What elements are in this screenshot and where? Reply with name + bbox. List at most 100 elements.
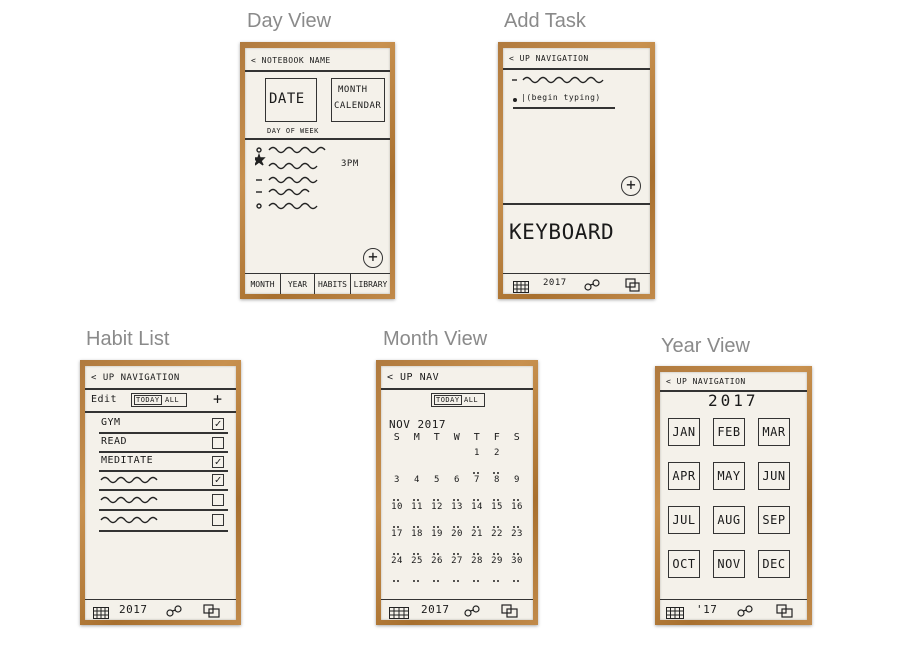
library-icon[interactable] [501, 603, 519, 620]
keyboard-divider [503, 203, 650, 205]
year-view-sketch: < UP NAVIGATION 2017 JAN FEB MAR APR MAY JUN J… [655, 366, 812, 625]
habit-checkbox[interactable] [212, 437, 224, 449]
calendar-day[interactable]: 6 [447, 475, 467, 485]
calendar-day[interactable]: 17 [387, 529, 407, 539]
year-link[interactable]: 2017 [421, 603, 450, 616]
library-icon[interactable] [625, 277, 641, 294]
calendar-day[interactable]: 9 [507, 475, 527, 485]
calendar-day[interactable]: 11 [407, 502, 427, 512]
habits-icon[interactable] [165, 603, 183, 620]
year-link[interactable]: 2017 [543, 278, 567, 288]
filter-all[interactable]: ALL [464, 396, 478, 404]
event-dots-icon [412, 514, 422, 528]
calendar-day[interactable]: 25 [407, 556, 427, 566]
tab-year[interactable]: YEAR [281, 274, 315, 294]
event-dots-icon [472, 514, 482, 528]
calendar-day[interactable]: 1 [467, 448, 487, 458]
year-view-paper: < UP NAVIGATION 2017 JAN FEB MAR APR MAY JUN J… [660, 372, 807, 620]
calendar-day[interactable]: 20 [447, 529, 467, 539]
filter-today[interactable]: TODAY [434, 395, 462, 405]
month-dec-button[interactable]: DEC [758, 550, 790, 578]
library-icon[interactable] [776, 603, 794, 620]
header-divider [245, 70, 390, 72]
month-view-sketch: < UP NAV TODAY ALL NOV 2017 SMTWTFS12345… [376, 360, 538, 625]
tab-month[interactable]: MONTH [245, 274, 281, 294]
day-header[interactable]: < NOTEBOOK NAME [251, 56, 331, 65]
month-nov-button[interactable]: NOV [713, 550, 745, 578]
keyboard-area[interactable]: KEYBOARD [509, 220, 614, 244]
event-dots-icon [512, 487, 522, 501]
add-task-button[interactable]: + [621, 176, 641, 196]
day-view-paper: < NOTEBOOK NAME DATE DAY OF WEEK MONTH C… [245, 48, 390, 294]
weekday-label: M [413, 432, 421, 443]
filter-all[interactable]: ALL [165, 396, 179, 404]
calendar-day[interactable]: 22 [487, 529, 507, 539]
calendar-grid-icon[interactable] [389, 604, 409, 620]
month-sep-button[interactable]: SEP [758, 506, 790, 534]
habit-checkbox-checked[interactable]: ✓ [212, 456, 224, 468]
calendar-day[interactable]: 12 [427, 502, 447, 512]
calendar-grid-icon[interactable] [666, 604, 684, 620]
edit-button[interactable]: Edit [91, 394, 117, 405]
habit-header[interactable]: < UP NAVIGATION [91, 373, 180, 383]
month-aug-button[interactable]: AUG [713, 506, 745, 534]
calendar-day[interactable]: 14 [467, 502, 487, 512]
tab-habits[interactable]: HABITS [315, 274, 351, 294]
new-task-input[interactable]: |(begin typing) [521, 93, 601, 102]
add-task-button[interactable]: + [363, 248, 383, 268]
calendar-grid-icon[interactable] [513, 278, 529, 294]
month-feb-button[interactable]: FEB [713, 418, 745, 446]
existing-task-sketch [512, 76, 604, 84]
calendar-day[interactable]: 7 [467, 475, 487, 485]
calendar-day[interactable]: 21 [467, 529, 487, 539]
calendar-day[interactable]: 24 [387, 556, 407, 566]
calendar-day[interactable]: 18 [407, 529, 427, 539]
event-dots-icon [492, 541, 502, 555]
calendar-day[interactable]: 3 [387, 475, 407, 485]
calendar-day[interactable]: 27 [447, 556, 467, 566]
month-jul-button[interactable]: JUL [668, 506, 700, 534]
add-habit-button[interactable]: + [213, 390, 223, 408]
date-box[interactable]: DATE [265, 78, 317, 122]
calendar-day[interactable]: 5 [427, 475, 447, 485]
month-oct-button[interactable]: OCT [668, 550, 700, 578]
calendar-day[interactable]: 23 [507, 529, 527, 539]
calendar-grid-icon[interactable] [93, 604, 109, 620]
calendar-day[interactable]: 13 [447, 502, 467, 512]
event-dots-icon [412, 541, 422, 555]
filter-today[interactable]: TODAY [134, 395, 162, 405]
calendar-day[interactable]: 8 [487, 475, 507, 485]
year-link[interactable]: 2017 [119, 603, 148, 616]
calendar-day[interactable]: 16 [507, 502, 527, 512]
habit-checkbox-checked[interactable]: ✓ [212, 474, 224, 486]
month-apr-button[interactable]: APR [668, 462, 700, 490]
habit-checkbox[interactable] [212, 494, 224, 506]
add-task-header[interactable]: < UP NAVIGATION [509, 54, 589, 63]
library-icon[interactable] [203, 603, 221, 620]
habit-checkbox-checked[interactable]: ✓ [212, 418, 224, 430]
month-mar-button[interactable]: MAR [758, 418, 790, 446]
month-jan-button[interactable]: JAN [668, 418, 700, 446]
month-jun-button[interactable]: JUN [758, 462, 790, 490]
calendar-day[interactable]: 26 [427, 556, 447, 566]
calendar-day[interactable]: 29 [487, 556, 507, 566]
habits-icon[interactable] [463, 603, 481, 620]
calendar-day[interactable]: 10 [387, 502, 407, 512]
calendar-day[interactable]: 19 [427, 529, 447, 539]
calendar-day[interactable]: 28 [467, 556, 487, 566]
calendar-day[interactable]: 4 [407, 475, 427, 485]
habit-checkbox[interactable] [212, 514, 224, 526]
year-link[interactable]: '17 [696, 603, 717, 616]
calendar-day[interactable]: 30 [507, 556, 527, 566]
month-may-button[interactable]: MAY [713, 462, 745, 490]
calendar-day[interactable]: 2 [487, 448, 507, 458]
habits-icon[interactable] [736, 603, 754, 620]
tab-library[interactable]: LIBRARY [351, 274, 390, 294]
month-header[interactable]: < UP NAV [387, 372, 439, 383]
event-dots-icon [432, 541, 442, 555]
title-year-view: Year View [661, 335, 750, 357]
year-header[interactable]: < UP NAVIGATION [666, 377, 746, 386]
month-calendar-box[interactable]: MONTH CALENDAR [331, 78, 385, 122]
habits-icon[interactable] [583, 277, 601, 294]
calendar-day[interactable]: 15 [487, 502, 507, 512]
